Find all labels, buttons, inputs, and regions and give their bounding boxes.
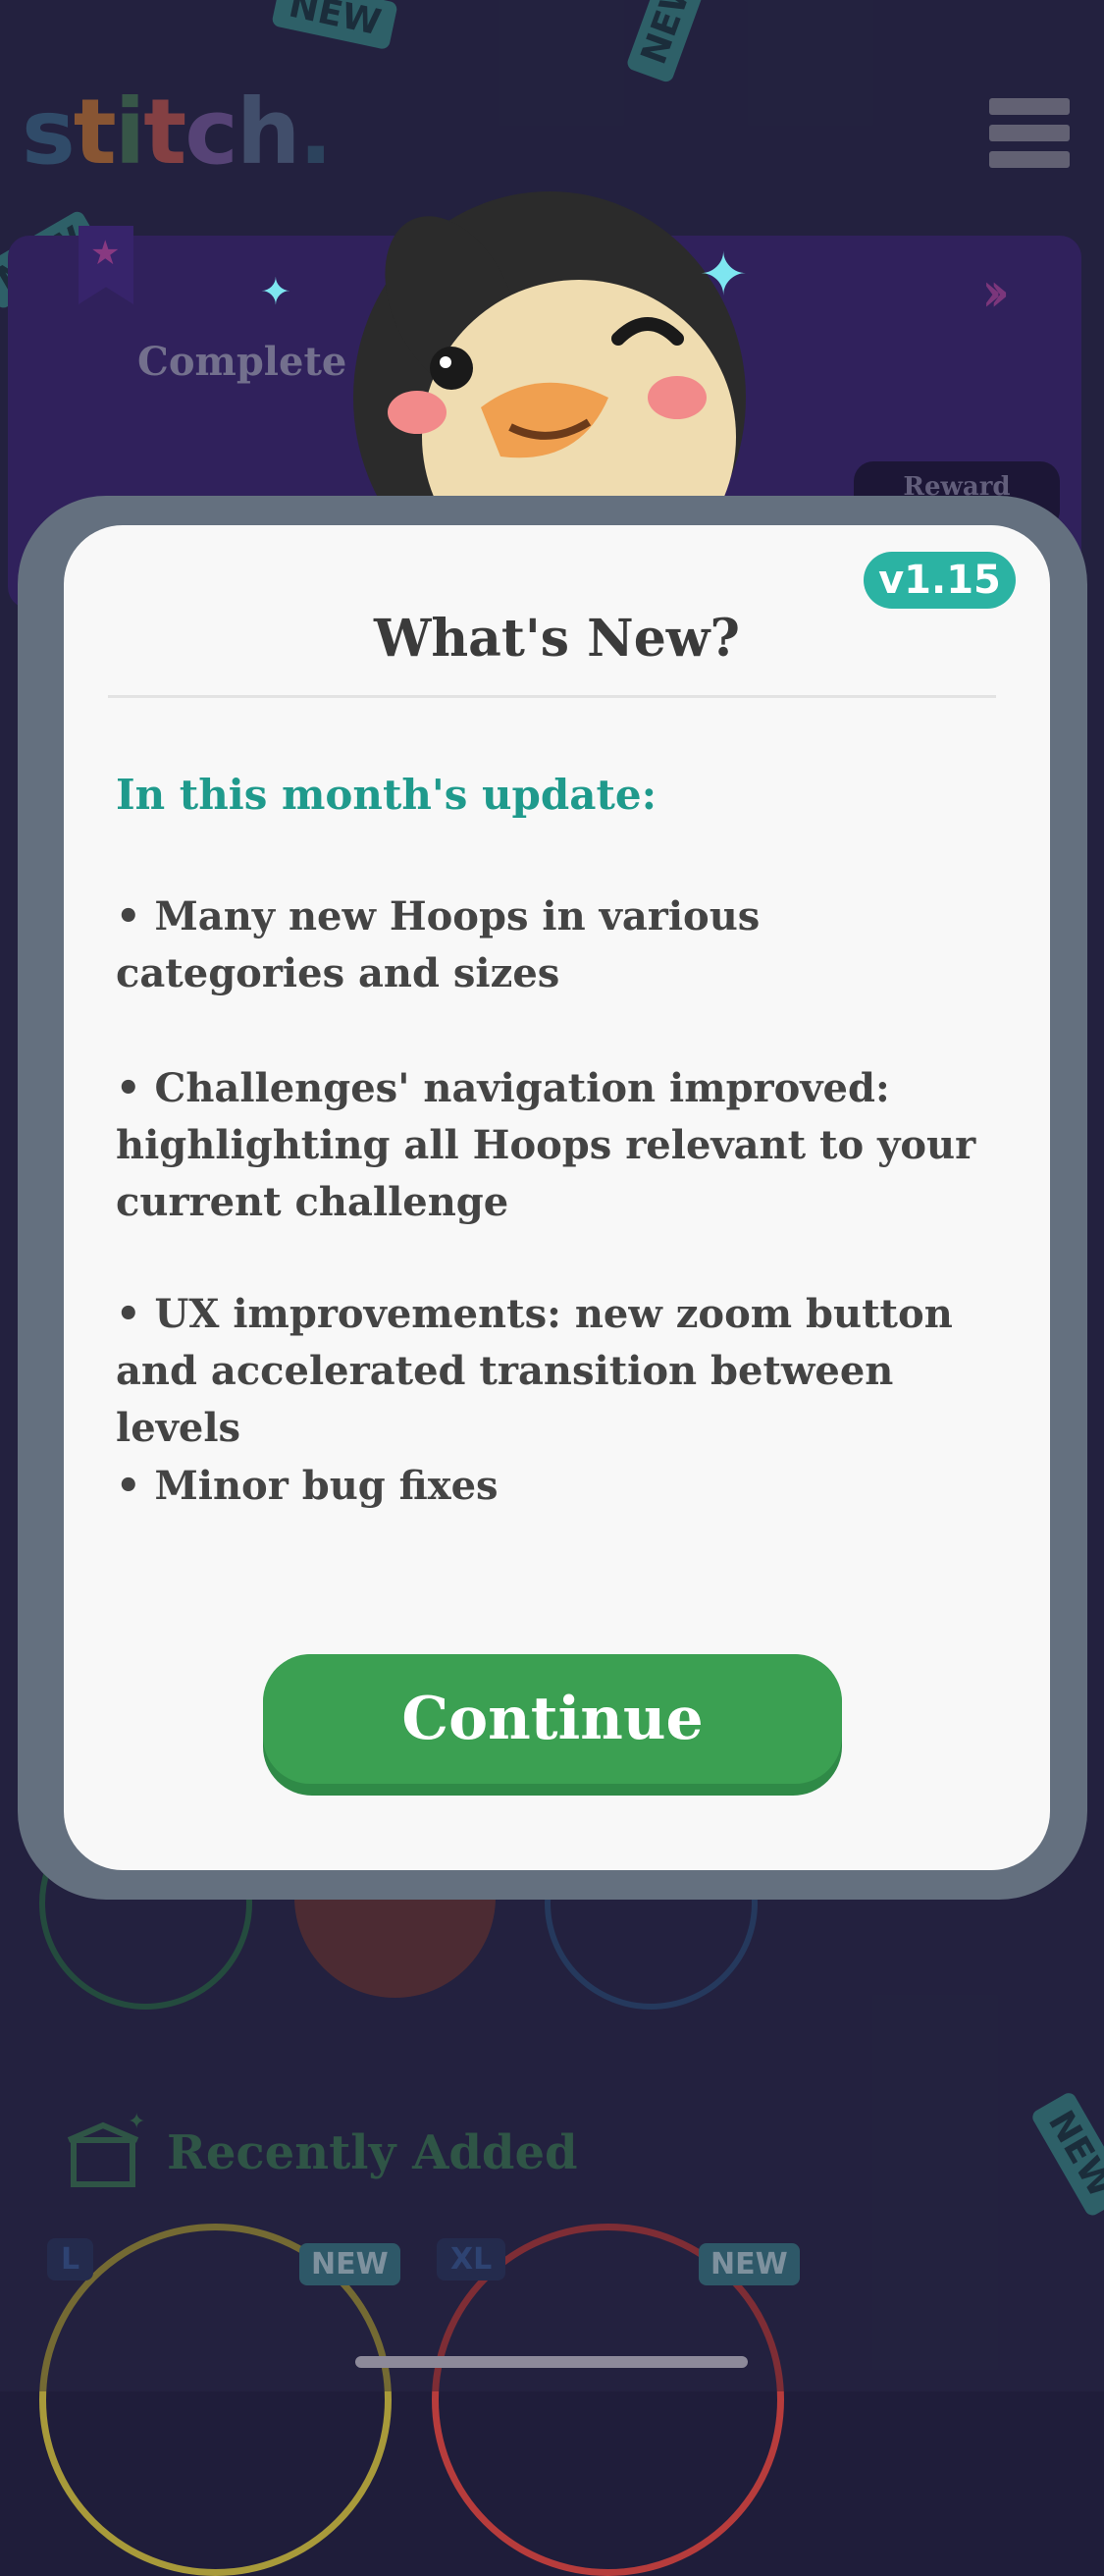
update-heading: In this month's update: — [116, 771, 657, 819]
continue-button[interactable]: Continue — [263, 1654, 842, 1796]
home-indicator — [355, 2356, 748, 2368]
divider — [108, 695, 996, 698]
update-item: • Minor bug fixes — [116, 1463, 499, 1509]
sparkle-icon: ✦ — [699, 241, 749, 309]
modal-title: What's New? — [373, 609, 741, 669]
version-badge: v1.15 — [864, 552, 1016, 609]
continue-button-label: Continue — [263, 1654, 842, 1784]
update-item: • UX improvements: new zoom button and a… — [116, 1291, 953, 1451]
sparkle-icon: ✦ — [260, 270, 291, 313]
update-item: • Many new Hoops in various categories a… — [116, 893, 761, 996]
update-item: • Challenges' navigation improved: highl… — [116, 1065, 976, 1225]
